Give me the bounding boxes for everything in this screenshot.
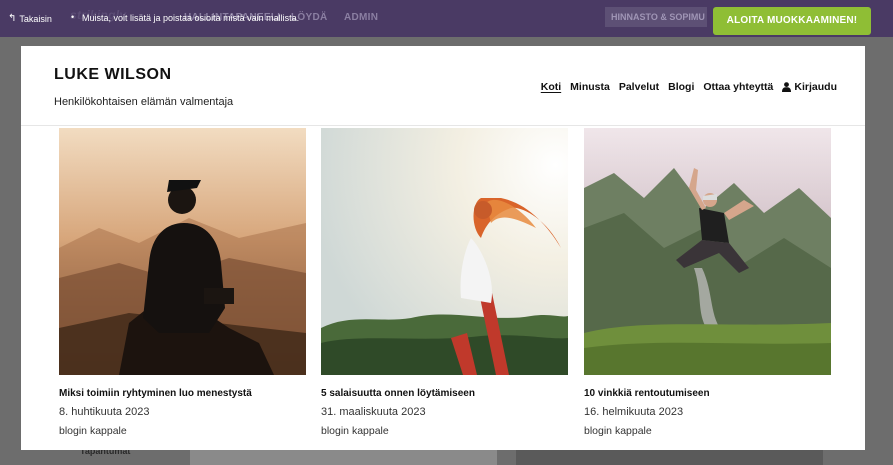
- post-type: blogin kappale: [321, 425, 389, 437]
- header-divider: [21, 125, 865, 126]
- post-date: 16. helmikuuta 2023: [584, 406, 684, 418]
- nav-login[interactable]: Kirjaudu: [782, 81, 837, 93]
- post-image[interactable]: [59, 128, 306, 375]
- post-date: 8. huhtikuuta 2023: [59, 406, 150, 418]
- background-panel: [190, 450, 497, 465]
- pricing-button[interactable]: HINNASTO & SOPIMU: [605, 7, 707, 27]
- site-nav: Koti Minusta Palvelut Blogi Ottaa yhteyt…: [541, 81, 837, 93]
- post-date: 31. maaliskuuta 2023: [321, 406, 426, 418]
- post-title[interactable]: Miksi toimiin ryhtyminen luo menestystä: [59, 388, 306, 399]
- nav-contact[interactable]: Ottaa yhteyttä: [703, 81, 773, 93]
- template-notice: Muista, voit lisätä ja poistaa osioita m…: [82, 13, 300, 23]
- nav-about[interactable]: Minusta: [570, 81, 610, 93]
- user-icon: [782, 82, 792, 92]
- ghost-nav-admin: ADMIN: [344, 12, 379, 23]
- background-image: [516, 450, 823, 465]
- editor-topbar: strikingly HALLINTAPANEELI LÖYDÄ ADMIN ↰…: [0, 0, 893, 37]
- nav-services[interactable]: Palvelut: [619, 81, 659, 93]
- blog-post-card[interactable]: Miksi toimiin ryhtyminen luo menestystä …: [59, 128, 306, 437]
- back-link[interactable]: ↰ Takaisin: [8, 13, 52, 24]
- login-label: Kirjaudu: [794, 81, 837, 93]
- post-title[interactable]: 5 salaisuutta onnen löytämiseen: [321, 388, 568, 399]
- nav-blog[interactable]: Blogi: [668, 81, 694, 93]
- blog-post-card[interactable]: 10 vinkkiä rentoutumiseen 16. helmikuuta…: [584, 128, 831, 437]
- site-tagline: Henkilökohtaisen elämän valmentaja: [54, 96, 234, 108]
- post-image[interactable]: [584, 128, 831, 375]
- nav-home[interactable]: Koti: [541, 81, 561, 93]
- site-name: LUKE WILSON: [54, 66, 172, 83]
- post-title[interactable]: 10 vinkkiä rentoutumiseen: [584, 388, 831, 399]
- start-editing-button[interactable]: ALOITA MUOKKAAMINEN!: [713, 7, 871, 35]
- separator-dot: •: [71, 12, 75, 22]
- post-type: blogin kappale: [59, 425, 127, 437]
- post-image[interactable]: [321, 128, 568, 375]
- back-label: Takaisin: [19, 13, 52, 24]
- template-preview: LUKE WILSON Henkilökohtaisen elämän valm…: [21, 46, 865, 450]
- blog-post-card[interactable]: 5 salaisuutta onnen löytämiseen 31. maal…: [321, 128, 568, 437]
- post-type: blogin kappale: [584, 425, 652, 437]
- back-arrow-icon: ↰: [8, 13, 17, 24]
